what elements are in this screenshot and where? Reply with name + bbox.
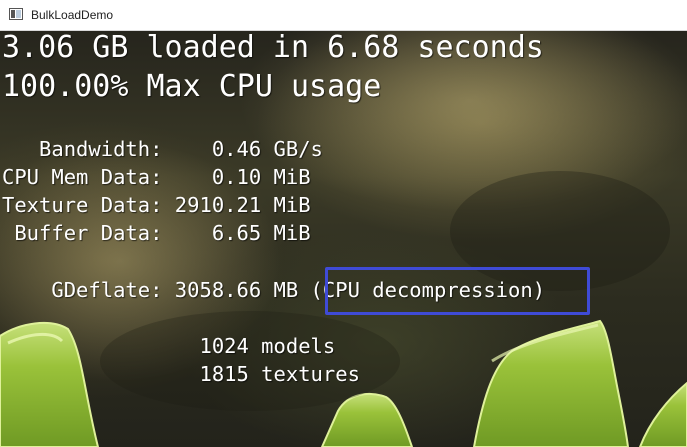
window-title: BulkLoadDemo <box>31 8 114 22</box>
buffer-data-stat: Buffer Data: 6.65 MiB <box>2 221 311 245</box>
cpu-usage-text: 100.00% Max CPU usage <box>2 69 382 104</box>
cpu-mem-data-stat: CPU Mem Data: 0.10 MiB <box>2 165 311 189</box>
cpu-decompression-highlight <box>325 267 590 315</box>
textures-count: 1815 textures <box>2 362 360 386</box>
title-bar: BulkLoadDemo <box>0 0 687 31</box>
loaded-summary-text: 3.06 GB loaded in 6.68 seconds <box>2 31 544 65</box>
models-count: 1024 models <box>2 334 336 358</box>
render-viewport: 3.06 GB loaded in 6.68 seconds 100.00% M… <box>0 31 687 447</box>
texture-data-stat: Texture Data: 2910.21 MiB <box>2 193 311 217</box>
bandwidth-stat: Bandwidth: 0.46 GB/s <box>2 137 323 161</box>
app-window-icon <box>9 8 23 20</box>
